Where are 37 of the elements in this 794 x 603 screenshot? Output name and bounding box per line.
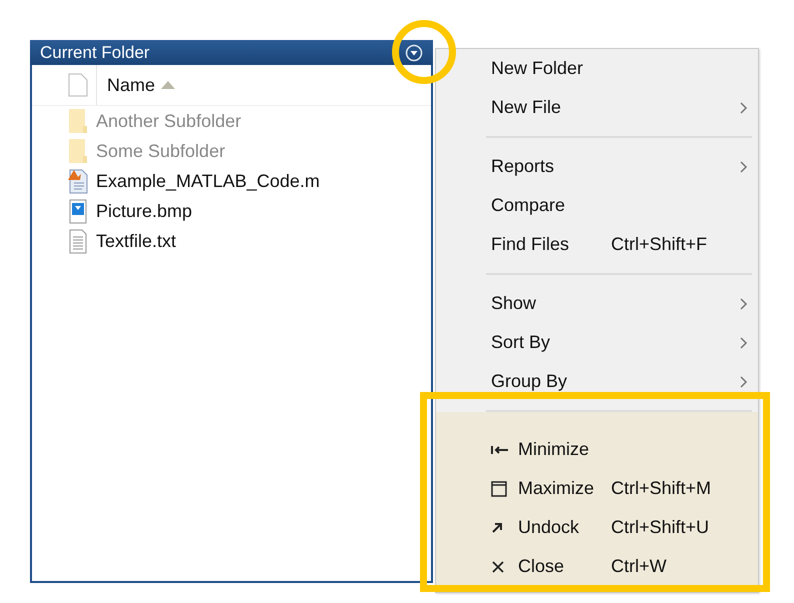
menu-item[interactable]: Close Ctrl+W [436, 547, 758, 586]
chevron-right-icon [740, 160, 748, 172]
menu-item[interactable]: Sort By [436, 323, 758, 362]
text-file-icon [68, 228, 88, 254]
menu-item[interactable]: Group By [436, 362, 758, 401]
sort-ascending-icon [161, 81, 176, 89]
menu-item[interactable]: Compare [436, 186, 758, 225]
panel-title: Current Folder [40, 42, 150, 62]
maximize-icon [491, 480, 507, 496]
minimize-icon [491, 444, 509, 454]
folder-icon [68, 138, 88, 164]
image-file-icon [68, 198, 88, 224]
chevron-right-icon [740, 102, 748, 114]
file-name[interactable]: Another Subfolder [96, 110, 242, 132]
menu-item[interactable]: Show [436, 284, 758, 323]
menu-item[interactable]: Find Files Ctrl+Shift+F [436, 225, 758, 264]
menu-item[interactable]: New Folder [436, 49, 758, 88]
script-file-icon [68, 168, 88, 194]
close-icon [491, 560, 505, 574]
menu-item[interactable]: Minimize [436, 430, 758, 469]
file-name[interactable]: Example_MATLAB_Code.m [96, 170, 320, 192]
menu-item[interactable]: Maximize Ctrl+Shift+M [436, 469, 758, 508]
name-column-header[interactable]: Name [96, 65, 176, 105]
file-name[interactable]: Textfile.txt [96, 230, 176, 252]
chevron-right-icon [740, 376, 748, 388]
diagonal-arrow-icon [491, 522, 503, 534]
menu-item[interactable]: New File [436, 88, 758, 127]
highlight-circle [392, 20, 456, 84]
file-name[interactable]: Some Subfolder [96, 140, 226, 162]
chevron-right-icon [740, 336, 748, 348]
file-icon [68, 73, 88, 97]
menu-item[interactable]: Undock Ctrl+Shift+U [436, 508, 758, 547]
folder-icon [68, 108, 88, 134]
chevron-right-icon [740, 298, 748, 310]
file-name[interactable]: Picture.bmp [96, 200, 192, 222]
menu-item[interactable]: Reports [436, 147, 758, 186]
dropdown-icon[interactable] [405, 44, 423, 62]
